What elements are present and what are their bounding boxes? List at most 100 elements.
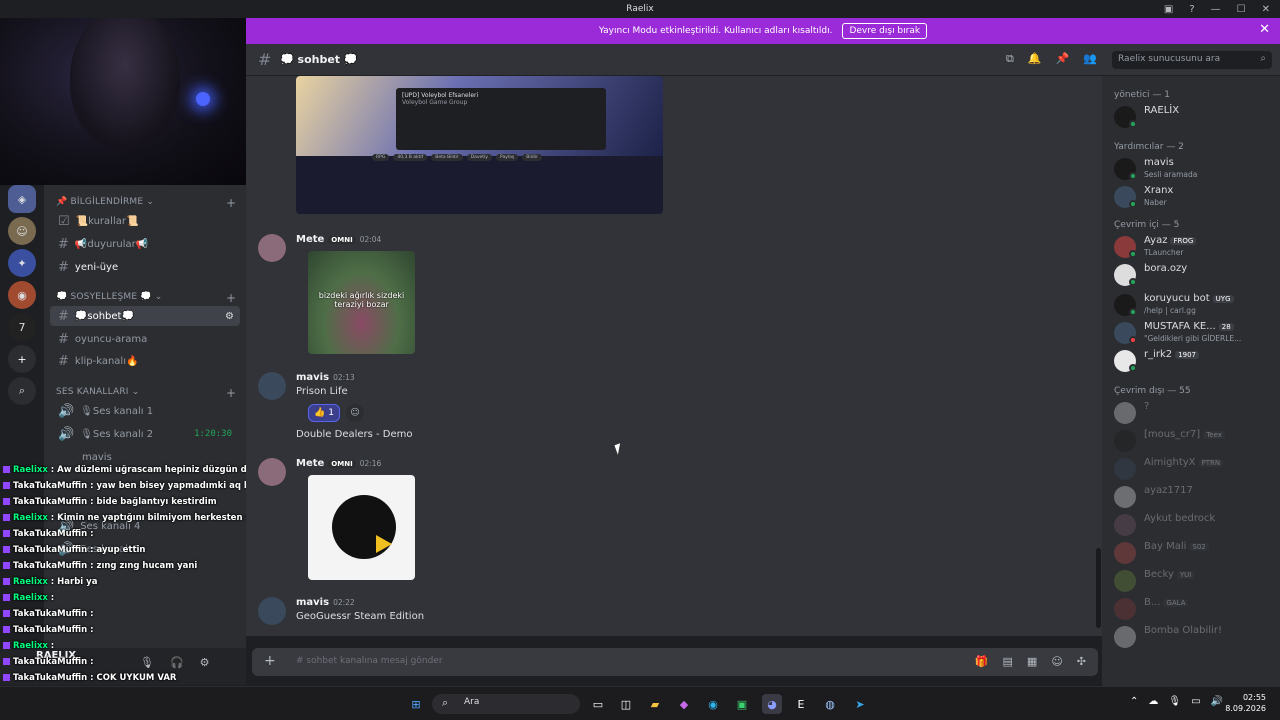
message-author[interactable]: mavis 02:13 [296, 372, 355, 383]
attachment-image[interactable] [308, 475, 415, 580]
member-name-text: ? [1144, 401, 1150, 412]
category-bilgilendirme[interactable]: 📌 BİLGİLENDİRME ⌄ + [56, 196, 236, 210]
app-icon[interactable]: ◆ [674, 694, 694, 714]
close-banner-icon[interactable]: ✕ [1259, 22, 1270, 37]
channel-yeni-uye[interactable]: # yeni-üye [50, 257, 240, 277]
emoji-icon[interactable]: ☺ [1051, 655, 1062, 668]
add-server-icon[interactable]: + [8, 345, 36, 373]
member-item[interactable]: Bay Mali S02 [1114, 540, 1274, 566]
edge-icon[interactable]: ◉ [703, 694, 723, 714]
thumbs-up-reaction[interactable]: 👍 1 [308, 404, 340, 422]
avatar[interactable] [258, 458, 286, 486]
member-item[interactable]: koruyucu bot UYG/help | carl.gg [1114, 292, 1274, 318]
members-icon[interactable]: 👥 [1083, 52, 1097, 66]
epic-icon[interactable]: E [791, 694, 811, 714]
server-icon[interactable]: ☺ [8, 217, 36, 245]
member-item[interactable]: ? [1114, 400, 1274, 426]
gif-icon[interactable]: ▤ [1003, 655, 1013, 668]
server-icon[interactable]: ✦ [8, 249, 36, 277]
gift-icon[interactable]: 🎁 [975, 655, 989, 668]
link-embed[interactable]: [UPD] Voleybol Efsaneleri Voleybol Game … [296, 76, 663, 214]
category-ses-kanallari[interactable]: SES KANALLARI ⌄ + [56, 386, 236, 400]
server-icon[interactable]: ◈ [8, 185, 36, 213]
app-icon[interactable]: ▣ [732, 694, 752, 714]
avatar[interactable] [258, 372, 286, 400]
mic-tray-icon[interactable]: 🎙 [1168, 696, 1181, 707]
inbox-icon[interactable]: ▣ [1164, 4, 1173, 15]
streamer-mode-banner: Yayıncı Modu etkinleştirildi. Kullanıcı … [246, 18, 1280, 44]
cloud-icon[interactable]: ☁ [1148, 696, 1158, 707]
member-item[interactable]: mavis Sesli aramada [1114, 156, 1274, 182]
start-icon[interactable]: ⊞ [406, 694, 426, 714]
member-item[interactable]: [mous_cr7] Teex [1114, 428, 1274, 454]
voice-channel-2[interactable]: 🔊 🎙 Ses kanalı 2 1:20:30 [50, 424, 240, 444]
store-icon[interactable]: ◫ [616, 694, 636, 714]
message-scrollbar[interactable] [1096, 548, 1101, 628]
member-item[interactable]: MUSTAFA KE... 28 "Geldikleri gibi GİDERLE.… [1114, 320, 1274, 346]
voice-channel-4[interactable]: 🔊 Ses kanalı 4 [50, 516, 240, 536]
member-item[interactable]: Ayaz FROG TLauncher [1114, 234, 1274, 260]
search-input[interactable]: Raelix sunucusunu ara ⌕ [1112, 51, 1272, 69]
member-item[interactable]: bora.ozy [1114, 262, 1274, 288]
search-icon: ⌕ [1260, 53, 1266, 64]
voice-channel-5[interactable]: 🔊 Ses kanalı 5 [50, 539, 240, 559]
message-composer[interactable]: + # sohbet kanalına mesaj gönder 🎁 ▤ ▦ ☺… [252, 648, 1098, 676]
voice-user-mavis[interactable]: mavis [74, 447, 234, 467]
taskview-icon[interactable]: ▭ [588, 694, 608, 714]
add-channel-icon[interactable]: + [226, 196, 236, 210]
member-item[interactable]: AimightyX PTRN [1114, 456, 1274, 482]
channel-settings-icon[interactable]: ⚙ [225, 311, 234, 322]
channel-kurallar[interactable]: ☑ 📜 kurallar 📜 [50, 211, 240, 231]
folder-icon[interactable]: ▰ [645, 694, 665, 714]
minimize-icon[interactable]: — [1211, 4, 1221, 15]
member-item[interactable]: Aykut bedrock [1114, 512, 1274, 538]
channel-klip-kanali[interactable]: # klip-kanalı 🔥 [50, 351, 240, 371]
disable-streamer-mode-button[interactable]: Devre dışı bırak [842, 23, 928, 39]
message-author[interactable]: Mete OMNI 02:16 [296, 458, 381, 469]
close-window-icon[interactable]: ✕ [1262, 4, 1270, 15]
sticker-icon[interactable]: ▦ [1027, 655, 1037, 668]
explore-icon[interactable]: ⌕ [8, 377, 36, 405]
server-icon[interactable]: ◉ [8, 281, 36, 309]
avatar[interactable] [258, 597, 286, 625]
threads-icon[interactable]: ⧉ [1006, 52, 1014, 66]
maximize-icon[interactable]: ☐ [1237, 4, 1246, 15]
avatar[interactable] [258, 234, 286, 262]
member-item[interactable]: Bomba Olabilir! [1114, 624, 1274, 650]
member-item[interactable]: Becky YUI [1114, 568, 1274, 594]
member-item[interactable]: RAELİX [1114, 104, 1274, 130]
apps-icon[interactable]: ✣ [1077, 655, 1086, 668]
message-author[interactable]: Mete OMNI 02:04 [296, 234, 381, 245]
network-icon[interactable]: ▭ [1191, 696, 1200, 707]
headphones-icon[interactable]: 🎧 [170, 656, 184, 669]
channel-oyuncu-arama[interactable]: # oyuncu-arama [50, 329, 240, 349]
chevron-up-icon[interactable]: ⌃ [1130, 696, 1138, 707]
message-author[interactable]: mavis 02:22 [296, 597, 355, 608]
taskbar-search[interactable]: ⌕ Ara [432, 694, 580, 714]
member-item[interactable]: ayaz1717 [1114, 484, 1274, 510]
avatar [1114, 458, 1136, 480]
help-icon[interactable]: ? [1189, 4, 1194, 15]
volume-icon[interactable]: 🔊 [1211, 696, 1223, 707]
add-reaction-icon[interactable]: ☺ [345, 404, 364, 422]
pin-icon[interactable]: 📌 [1056, 52, 1070, 66]
microphone-icon[interactable]: 🎙 [140, 656, 154, 669]
discord-icon[interactable]: ◕ [762, 694, 782, 714]
settings-icon[interactable]: ⚙ [200, 656, 210, 669]
attach-plus-icon[interactable]: + [264, 653, 276, 669]
add-channel-icon[interactable]: + [226, 386, 236, 400]
add-channel-icon[interactable]: + [226, 291, 236, 305]
bell-icon[interactable]: 🔔 [1028, 52, 1042, 66]
attachment-image[interactable]: bizdeki ağırlık sizdeki teraziyi bozar [308, 251, 415, 354]
raelix-server-icon[interactable]: 7 [8, 313, 36, 341]
channel-sohbet[interactable]: # 💭 sohbet 💭 ⚙ [50, 306, 240, 326]
clock[interactable]: 02:55 8.09.2026 [1225, 692, 1266, 714]
member-item[interactable]: r_irk2 1907 [1114, 348, 1274, 374]
telegram-icon[interactable]: ➤ [850, 694, 870, 714]
category-sosyellesme[interactable]: 💭 SOSYELLEŞME 💭 ⌄ + [56, 291, 236, 305]
member-item[interactable]: Xranx Naber [1114, 184, 1274, 210]
member-item[interactable]: B... GALA [1114, 596, 1274, 622]
channel-duyurular[interactable]: # 📢 duyurular 📢 [50, 234, 240, 254]
voice-channel-1[interactable]: 🔊 🎙 Ses kanalı 1 [50, 401, 240, 421]
steam-icon[interactable]: ◍ [820, 694, 840, 714]
